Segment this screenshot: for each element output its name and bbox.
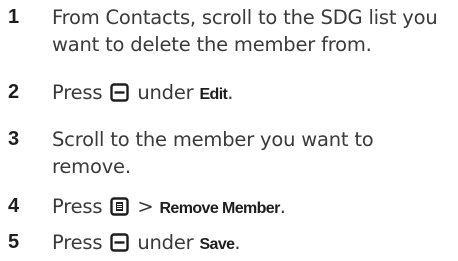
menu-item-remove-member: Remove Member	[159, 200, 280, 217]
soft-key-icon	[110, 83, 130, 102]
step-text-line: From Contacts, scroll to the SDG list yo…	[52, 6, 438, 29]
step-text-line: remove.	[52, 155, 131, 178]
menu-key-icon	[110, 197, 130, 216]
step-text-under: under	[137, 231, 194, 254]
step-text-period: .	[234, 231, 241, 254]
step-number: 2	[8, 81, 19, 103]
step-text-line: Scroll to the member you want to	[52, 128, 374, 151]
step-text-separator: >	[137, 195, 154, 218]
step-text-press: Press	[52, 231, 103, 254]
step-number: 3	[8, 128, 19, 150]
step-text-period: .	[279, 195, 286, 218]
step-text-press: Press	[52, 195, 103, 218]
step-text-line: want to delete the member from.	[52, 33, 372, 56]
step-text: Press > Remove Member.	[52, 193, 452, 222]
step-text-period: .	[227, 81, 234, 104]
step-text: Press under Edit.	[52, 79, 452, 108]
softkey-label-save: Save	[199, 236, 235, 253]
step-text: Scroll to the member you want to remove.	[52, 126, 452, 180]
step-text-under: under	[137, 81, 194, 104]
step-number: 5	[8, 231, 19, 253]
instruction-steps: 1 From Contacts, scroll to the SDG list …	[0, 0, 458, 261]
step-text: From Contacts, scroll to the SDG list yo…	[52, 4, 452, 58]
softkey-label-edit: Edit	[199, 86, 228, 103]
soft-key-icon	[110, 233, 130, 252]
step-text: Press under Save.	[52, 229, 452, 258]
step-number: 4	[8, 195, 19, 217]
step-text-press: Press	[52, 81, 103, 104]
step-number: 1	[8, 6, 19, 28]
